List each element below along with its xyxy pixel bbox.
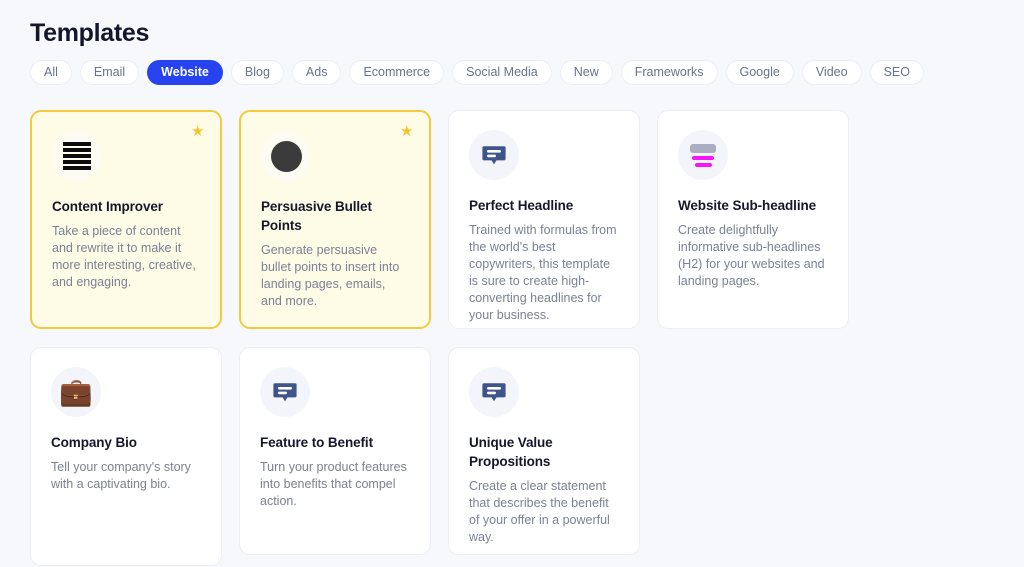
favorite-star-icon[interactable]: ★ [191, 124, 205, 139]
filter-chip-new[interactable]: New [559, 60, 613, 85]
filter-chip-social-media[interactable]: Social Media [452, 60, 552, 85]
speech-bubble-icon [260, 367, 310, 417]
filter-chip-ads[interactable]: Ads [291, 60, 342, 85]
template-card-title: Content Improver [52, 199, 163, 214]
template-card-description: Trained with formulas from the world's b… [469, 223, 617, 322]
headline-bars-glyph [688, 143, 718, 167]
filter-chip-google[interactable]: Google [725, 60, 794, 85]
template-card-description: Create delightfully informative sub-head… [678, 223, 825, 288]
filter-chip-email[interactable]: Email [79, 60, 140, 85]
headline-bar-magenta-2 [694, 162, 712, 167]
headline-bar-gray [690, 143, 716, 153]
content-lines-glyph [63, 142, 91, 170]
solid-circle-glyph [270, 140, 302, 172]
speech-bubble-glyph [482, 146, 506, 165]
headline-bars-icon [678, 130, 728, 180]
template-card-grid: ★ Content Improver Take a piece of content… [30, 110, 1024, 566]
solid-circle-icon [261, 131, 311, 181]
template-card[interactable]: Website Sub-headline Create delightfully … [657, 110, 849, 329]
filter-chip-website[interactable]: Website [147, 60, 223, 85]
templates-page: Templates All Email Website Blog Ads Ecommerc… [0, 0, 1024, 567]
speech-bubble-icon [469, 130, 519, 180]
briefcase-icon: 💼 [51, 367, 101, 417]
template-card-title: Persuasive Bullet Points [261, 199, 372, 233]
template-card-description: Tell your company's story with a captiva… [51, 460, 191, 491]
template-card-title: Unique Value Propositions [469, 435, 553, 469]
template-card[interactable]: Perfect Headline Trained with formulas fr… [448, 110, 640, 329]
favorite-star-icon[interactable]: ★ [400, 124, 414, 139]
filter-chip-ecommerce[interactable]: Ecommerce [349, 60, 445, 85]
template-card-description: Turn your product features into benefits… [260, 460, 407, 508]
template-card-title: Perfect Headline [469, 198, 574, 213]
template-card[interactable]: ★ Content Improver Take a piece of content… [30, 110, 222, 329]
speech-bubble-glyph [482, 383, 506, 402]
template-card[interactable]: 💼 Company Bio Tell your company's story wi… [30, 347, 222, 566]
filter-chip-blog[interactable]: Blog [230, 60, 284, 85]
filter-chip-bar: All Email Website Blog Ads Ecommerce Social Me… [30, 60, 924, 85]
briefcase-glyph: 💼 [59, 376, 93, 407]
template-card-description: Generate persuasive bullet points to ins… [261, 243, 400, 308]
filter-chip-frameworks[interactable]: Frameworks [620, 60, 718, 85]
filter-chip-seo[interactable]: SEO [869, 60, 924, 85]
page-title: Templates [30, 19, 150, 47]
template-card[interactable]: Feature to Benefit Turn your product feat… [239, 347, 431, 555]
template-card[interactable]: Unique Value Propositions Create a clear … [448, 347, 640, 555]
template-card-title: Company Bio [51, 435, 137, 450]
speech-bubble-glyph [273, 383, 297, 402]
speech-bubble-icon [469, 367, 519, 417]
headline-bar-magenta-1 [692, 155, 714, 160]
template-card-description: Create a clear statement that describes … [469, 479, 610, 544]
template-card[interactable]: ★ Persuasive Bullet Points Generate persua… [239, 110, 431, 329]
content-lines-icon [52, 131, 102, 181]
template-card-description: Take a piece of content and rewrite it t… [52, 224, 196, 289]
filter-chip-all[interactable]: All [30, 60, 72, 85]
template-card-title: Website Sub-headline [678, 198, 817, 213]
filter-chip-video[interactable]: Video [801, 60, 862, 85]
template-card-title: Feature to Benefit [260, 435, 373, 450]
